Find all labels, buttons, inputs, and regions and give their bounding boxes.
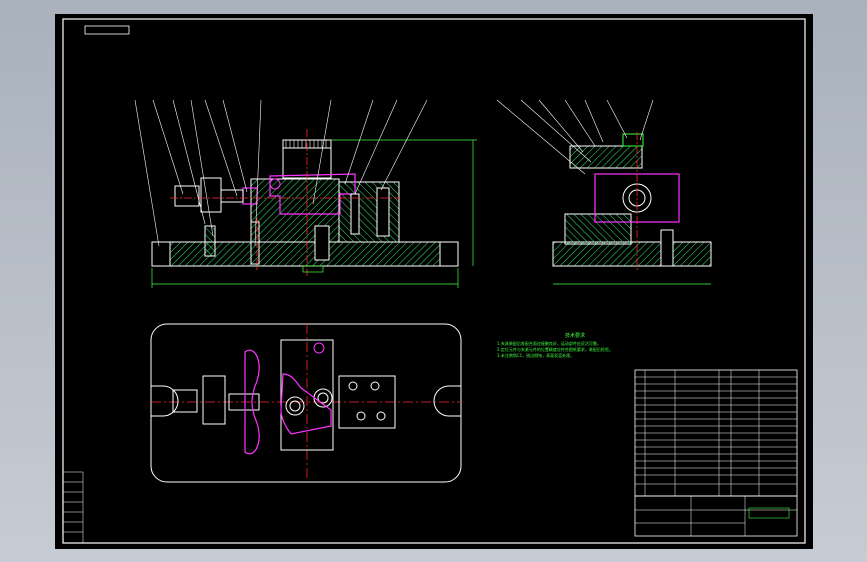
inner-frame bbox=[62, 18, 806, 544]
front-view bbox=[134, 99, 477, 288]
technical-requirements: 技术要求 1.夹具装配后各配合面应接触良好，运动部件应灵活可靠。 2.定位元件与… bbox=[497, 332, 613, 358]
top-view bbox=[150, 323, 462, 483]
bom-table bbox=[634, 369, 798, 537]
tech-requirement-line: 3.未注倒角C1，锐边倒钝，表面发蓝处理。 bbox=[497, 352, 574, 358]
drawing-number-box bbox=[84, 25, 130, 35]
tech-requirements-title: 技术要求 bbox=[565, 332, 585, 339]
revision-strip bbox=[62, 471, 84, 544]
drawing-sheet: 技术要求 1.夹具装配后各配合面应接触良好，运动部件应灵活可靠。 2.定位元件与… bbox=[55, 14, 813, 549]
side-view bbox=[496, 99, 712, 285]
cad-viewport[interactable]: 技术要求 1.夹具装配后各配合面应接触良好，运动部件应灵活可靠。 2.定位元件与… bbox=[0, 0, 867, 562]
tech-requirement-line: 1.夹具装配后各配合面应接触良好，运动部件应灵活可靠。 bbox=[497, 340, 601, 346]
assembly-drawing: 技术要求 1.夹具装配后各配合面应接触良好，运动部件应灵活可靠。 2.定位元件与… bbox=[62, 18, 806, 544]
tech-requirement-line: 2.定位元件与夹紧元件的位置精度应符合图纸要求，装配后检验。 bbox=[497, 346, 613, 352]
